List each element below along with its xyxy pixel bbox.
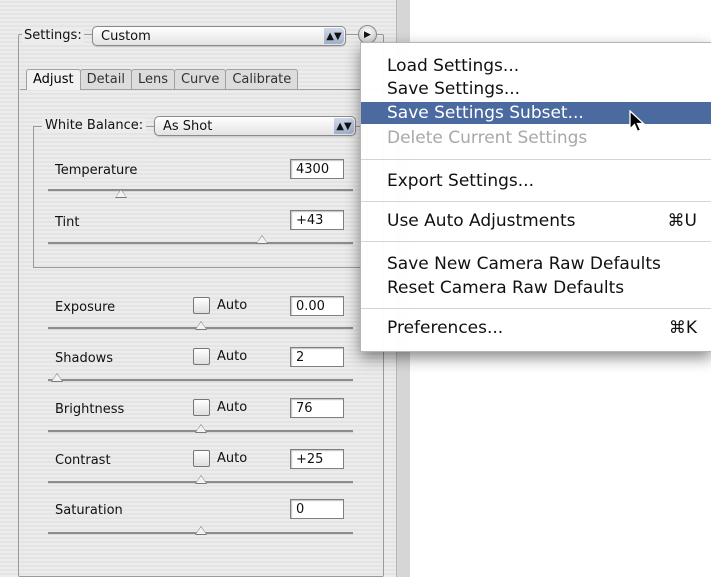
brightness-field[interactable]: 76 [290,398,344,418]
exposure-field[interactable]: 0.00 [290,296,344,316]
temperature-track [48,189,353,192]
shadows-field[interactable]: 2 [290,347,344,367]
settings-dropdown-menu: Load Settings... Save Settings... Save S… [360,42,711,352]
white-balance-label: White Balance: [42,118,147,133]
popup-arrows-icon: ▲▼ [334,118,354,134]
menu-item-label: Save Settings Subset... [387,103,584,123]
saturation-field[interactable]: 0 [290,499,344,519]
exposure-auto-checkbox[interactable] [193,297,210,314]
menu-item-reset-camera-raw-defaults[interactable]: Reset Camera Raw Defaults [361,277,711,299]
white-balance-popup[interactable]: As Shot ▲▼ [154,116,356,136]
temperature-field[interactable]: 4300 [290,159,344,179]
exposure-auto-label: Auto [217,298,248,313]
menu-item-save-settings-subset[interactable]: Save Settings Subset... [361,102,711,124]
menu-separator [361,308,711,309]
menu-item-use-auto-adjustments[interactable]: Use Auto Adjustments ⌘U [361,210,711,232]
shadows-label: Shadows [55,351,114,366]
brightness-auto-label: Auto [217,400,248,415]
tint-label: Tint [55,215,80,230]
brightness-label: Brightness [55,402,125,417]
menu-item-label: Save New Camera Raw Defaults [387,254,661,274]
tint-slider-thumb[interactable] [255,235,268,244]
shadows-slider-thumb[interactable] [51,373,64,382]
menu-item-export-settings[interactable]: Export Settings... [361,170,711,192]
brightness-slider-thumb[interactable] [194,424,207,433]
contrast-field[interactable]: +25 [290,449,344,469]
saturation-label: Saturation [55,503,123,518]
menu-item-shortcut: ⌘K [668,318,697,338]
temperature-label: Temperature [55,163,138,178]
menu-item-save-new-camera-raw-defaults[interactable]: Save New Camera Raw Defaults [361,253,711,275]
menu-item-label: Export Settings... [387,171,534,191]
brightness-auto-checkbox[interactable] [193,399,210,416]
menu-item-delete-current-settings: Delete Current Settings [361,127,711,149]
play-arrow-icon: ▶ [364,29,371,40]
contrast-slider-thumb[interactable] [194,475,207,484]
popup-arrows-icon: ▲▼ [324,28,344,44]
white-balance-value: As Shot [163,119,213,134]
white-balance-group [33,126,368,268]
tab-lens[interactable]: Lens [130,69,175,90]
settings-popup-value: Custom [101,29,151,44]
menu-item-label: Reset Camera Raw Defaults [387,278,625,298]
tab-detail[interactable]: Detail [79,69,132,90]
contrast-auto-label: Auto [217,451,248,466]
settings-popup[interactable]: Custom ▲▼ [92,26,346,46]
tab-adjust[interactable]: Adjust [26,69,81,90]
tab-bar: Adjust Detail Lens Curve Calibrate [26,69,299,90]
settings-label: Settings: [22,28,84,43]
contrast-label: Contrast [55,453,111,468]
menu-separator [361,201,711,202]
shadows-auto-checkbox[interactable] [193,348,210,365]
menu-separator [361,241,711,242]
exposure-label: Exposure [55,300,116,315]
menu-item-load-settings[interactable]: Load Settings... [361,55,711,77]
menu-item-preferences[interactable]: Preferences... ⌘K [361,317,711,339]
menu-item-label: Use Auto Adjustments [387,211,576,231]
menu-item-save-settings[interactable]: Save Settings... [361,78,711,100]
menu-item-label: Load Settings... [387,56,520,76]
menu-item-label: Delete Current Settings [387,128,588,148]
shadows-auto-label: Auto [217,349,248,364]
tab-calibrate[interactable]: Calibrate [225,69,299,90]
tint-field[interactable]: +43 [290,210,344,230]
tab-curve[interactable]: Curve [173,69,227,90]
mouse-pointer-icon [629,110,646,133]
shadows-track [48,379,353,382]
exposure-slider-thumb[interactable] [194,321,207,330]
menu-separator [361,159,711,160]
menu-item-shortcut: ⌘U [667,211,697,231]
contrast-auto-checkbox[interactable] [193,450,210,467]
menu-item-label: Preferences... [387,318,504,338]
menu-item-label: Save Settings... [387,79,521,99]
temperature-slider-thumb[interactable] [115,189,128,198]
tint-track [48,242,353,245]
saturation-slider-thumb[interactable] [194,526,207,535]
